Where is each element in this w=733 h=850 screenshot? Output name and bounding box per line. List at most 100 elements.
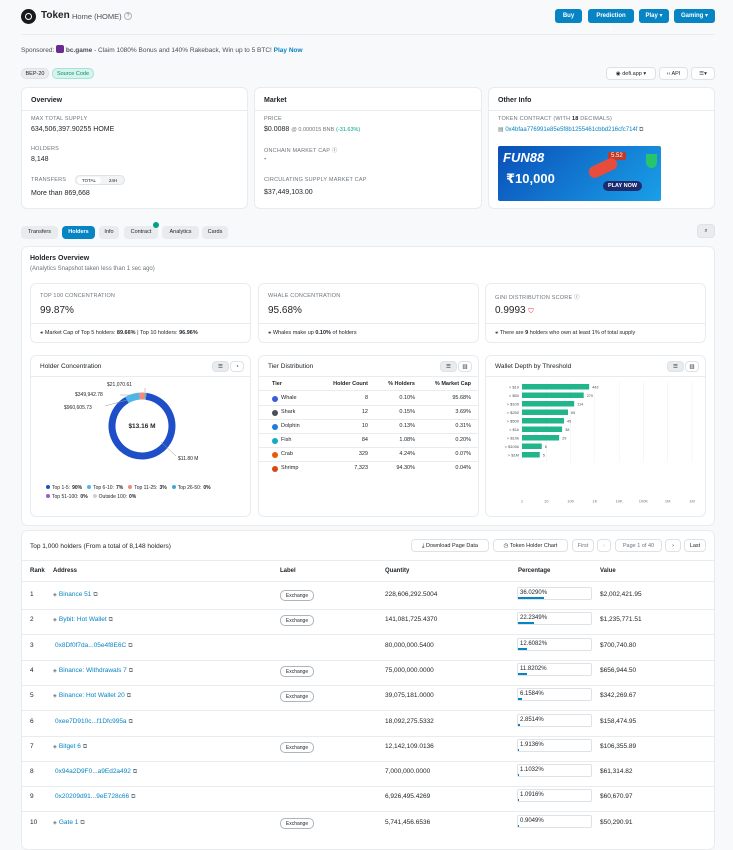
nav-buy[interactable]: Buy ▾	[555, 9, 582, 23]
pie-view-button[interactable]: ◔	[230, 361, 244, 372]
tier-cell: 0.10%	[399, 395, 415, 401]
legend-item[interactable]: Top 26-50:0%	[172, 484, 211, 493]
exchange-label-badge[interactable]: Exchange	[280, 691, 314, 702]
depth-bar[interactable]	[522, 410, 568, 416]
donut-center: $13.16 M	[128, 423, 155, 430]
table-row: 10◈Gate 1⧉Exchange5,741,456.65360.9049%$…	[21, 812, 715, 837]
exchange-label-badge[interactable]: Exchange	[280, 666, 314, 677]
exchange-label-badge[interactable]: Exchange	[280, 818, 314, 829]
copy-icon[interactable]: ⧉	[80, 820, 84, 826]
copy-icon[interactable]: ⧉	[639, 127, 643, 133]
sponsor-cta[interactable]: Play Now	[274, 47, 303, 54]
copy-icon[interactable]: ⧉	[109, 617, 113, 623]
tag-source-code[interactable]: Source Code	[52, 68, 94, 79]
tag-bep20[interactable]: BEP-20	[21, 68, 49, 79]
copy-icon[interactable]: ⧉	[127, 693, 131, 699]
tier-list-view-button[interactable]: ☰	[440, 361, 457, 372]
help-icon[interactable]: ?	[124, 12, 132, 20]
transfers-24h-tab[interactable]: 24H	[103, 177, 123, 184]
info-icon[interactable]: ⓘ	[574, 295, 580, 301]
exchange-label-badge[interactable]: Exchange	[280, 590, 314, 601]
address-link[interactable]: Bitget 6	[59, 743, 81, 750]
next-page-button[interactable]: ›	[665, 539, 681, 552]
value-cell: $50,290.91	[600, 819, 633, 826]
price-bnb: @ 0.000015 BNB	[291, 127, 334, 133]
depth-bar[interactable]	[522, 452, 540, 458]
last-page-button[interactable]: Last	[684, 539, 706, 552]
bar-value-label: 6	[545, 445, 547, 449]
depth-bar[interactable]	[522, 435, 559, 441]
y-tick-label: > $10k	[507, 436, 519, 441]
donut-slice-top6-10[interactable]	[127, 396, 139, 400]
copy-icon[interactable]: ⧉	[93, 592, 97, 598]
nav-gaming[interactable]: Gaming ▾	[674, 9, 715, 23]
copy-icon[interactable]: ⧉	[129, 668, 133, 674]
tab-holders[interactable]: Holders	[62, 226, 95, 239]
depth-list-view-button[interactable]: ☰	[667, 361, 684, 372]
depth-bar[interactable]	[522, 393, 584, 399]
address-link[interactable]: Bybit: Hot Wallet	[59, 616, 107, 623]
legend-item[interactable]: Top 6-10:7%	[87, 484, 123, 493]
legend-item[interactable]: Top 1-5:90%	[46, 484, 82, 493]
tier-row: Fish841.08%0.20%	[264, 434, 476, 447]
search-button[interactable]: ⌕	[697, 224, 715, 238]
contract-address[interactable]: 0x4bfaa776991e85e5f8b1255461cbbd216cfc71…	[505, 127, 637, 133]
tier-cell: 8	[365, 395, 368, 401]
info-icon[interactable]: ⓘ	[332, 148, 338, 154]
tier-chart-view-button[interactable]: ▥	[458, 361, 472, 372]
exchange-label-badge[interactable]: Exchange	[280, 742, 314, 753]
nav-prediction-label: Prediction	[596, 13, 625, 19]
first-page-button[interactable]: First	[572, 539, 594, 552]
prev-page-button[interactable]: ‹	[597, 539, 611, 552]
copy-icon[interactable]: ⧉	[133, 769, 137, 775]
transfers-total-tab[interactable]: TOTAL	[77, 177, 101, 184]
legend-item[interactable]: Top 11-25:3%	[128, 484, 167, 493]
address-link[interactable]: Binance 51	[59, 591, 92, 598]
tab-transfers[interactable]: Transfers	[21, 226, 58, 239]
depth-bar[interactable]	[522, 418, 564, 424]
token-logo	[21, 9, 36, 24]
nav-prediction[interactable]: Prediction ▾	[588, 9, 634, 23]
y-tick-label: > $10	[509, 385, 520, 390]
tab-cards[interactable]: Cards	[202, 226, 228, 239]
download-page-data-button[interactable]: ⤓ Download Page Data	[411, 539, 489, 552]
tab-contract[interactable]: Contract	[124, 226, 158, 239]
depth-bar[interactable]	[522, 401, 574, 407]
depth-bar[interactable]	[522, 427, 562, 433]
copy-icon[interactable]: ⧉	[83, 744, 87, 750]
nav-play[interactable]: Play ▾	[639, 9, 669, 23]
other-info-title: Other Info	[498, 97, 531, 104]
nav-buy-label: Buy	[563, 13, 574, 19]
legend-item[interactable]: Outside 100:0%	[93, 493, 137, 502]
copy-icon[interactable]: ⧉	[129, 719, 133, 725]
tier-cell: 12	[362, 409, 368, 415]
copy-icon[interactable]: ⧉	[128, 643, 132, 649]
bar-value-label: 29	[562, 437, 566, 441]
address-link[interactable]: 0xee7D910c...f1Dfc995a	[55, 718, 127, 725]
address-link[interactable]: 0x94a2D9F0...a9Ed2a492	[55, 768, 131, 775]
copy-icon[interactable]: ⧉	[131, 794, 135, 800]
sponsor-brand[interactable]: bc.game	[66, 47, 92, 54]
depth-bar[interactable]	[522, 444, 542, 450]
onchain-cap-value: -	[264, 156, 266, 163]
more-menu-button[interactable]: ☰▾	[691, 67, 715, 80]
list-icon: ☰▾	[699, 71, 707, 77]
depth-bar[interactable]	[522, 384, 589, 390]
quantity-cell: 75,000,000.0000	[385, 667, 434, 674]
api-button[interactable]: ‹› API	[659, 67, 688, 80]
address-link[interactable]: Binance: Withdrawals 7	[59, 667, 127, 674]
list-view-button[interactable]: ☰	[212, 361, 229, 372]
depth-chart-view-button[interactable]: ▥	[685, 361, 699, 372]
address-link[interactable]: 0x8Df0f7da...05e4f8E6C	[55, 642, 126, 649]
exchange-label-badge[interactable]: Exchange	[280, 615, 314, 626]
tab-analytics[interactable]: Analytics	[162, 226, 199, 239]
legend-item[interactable]: Top 51-100:0%	[46, 493, 88, 502]
token-holder-chart-button[interactable]: ◷ Token Holder Chart	[493, 539, 568, 552]
defi-app-button[interactable]: ◉ defi.app ▾	[606, 67, 656, 80]
address-link[interactable]: 0x20209d91...9eE728c66	[55, 793, 129, 800]
address-link[interactable]: Binance: Hot Wallet 20	[59, 692, 125, 699]
table-row: 1◈Binance 51⧉Exchange228,606,292.500436.…	[21, 584, 715, 609]
fun88-ad-banner[interactable]: FUN88 ₹10,000 5.52 PLAY NOW	[498, 146, 661, 201]
tab-info[interactable]: Info	[99, 226, 119, 239]
address-link[interactable]: Gate 1	[59, 819, 79, 826]
